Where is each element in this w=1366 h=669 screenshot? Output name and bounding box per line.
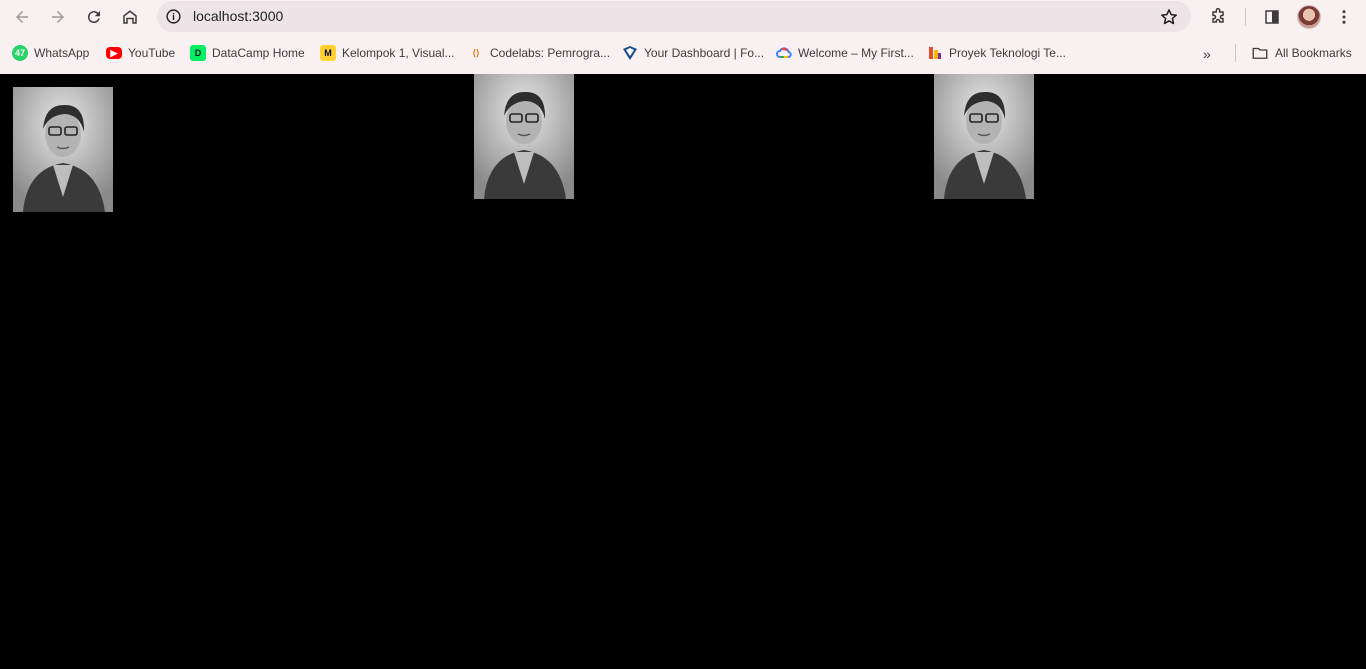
browser-toolbar: localhost:3000	[0, 0, 1366, 33]
arrow-right-icon	[52, 11, 64, 23]
bookmark-codelabs[interactable]: ⟨⟩ Codelabs: Pemrogra...	[468, 44, 610, 62]
portrait-image	[474, 74, 574, 199]
bookmark-label: Codelabs: Pemrogra...	[490, 46, 611, 60]
kebab-menu-icon	[1342, 10, 1346, 24]
puzzle-icon	[1212, 7, 1224, 23]
home-icon	[123, 10, 137, 24]
reload-icon	[87, 11, 100, 24]
whatsapp-icon: 47	[12, 45, 28, 61]
all-bookmarks-button[interactable]: All Bookmarks	[1251, 44, 1352, 62]
toolbar-divider	[1245, 8, 1246, 26]
extensions-button[interactable]	[1205, 4, 1231, 30]
bookmark-label: YouTube	[128, 46, 176, 60]
bookmark-whatsapp[interactable]: 47 WhatsApp	[12, 44, 89, 62]
bookmark-datacamp[interactable]: D DataCamp Home	[190, 44, 305, 62]
back-button[interactable]	[9, 4, 35, 30]
bookmark-kelompok[interactable]: M Kelompok 1, Visual...	[320, 44, 455, 62]
double-chevron-right-icon: »	[1203, 46, 1211, 62]
arrow-left-icon	[16, 11, 28, 23]
all-bookmarks-label: All Bookmarks	[1275, 46, 1352, 60]
browser-chrome: localhost:3000 47 WhatsApp ▶ YouTube D D…	[0, 0, 1366, 74]
page-content	[0, 74, 1366, 669]
info-icon[interactable]	[165, 8, 182, 25]
datacamp-icon: D	[190, 45, 206, 61]
url-text[interactable]: localhost:3000	[193, 8, 283, 25]
miro-icon: M	[320, 45, 336, 61]
bookmarks-bar: 47 WhatsApp ▶ YouTube D DataCamp Home M …	[0, 36, 1366, 70]
menu-button[interactable]	[1331, 4, 1357, 30]
bookmark-label: Kelompok 1, Visual...	[342, 46, 455, 60]
dashboard-icon	[622, 45, 638, 61]
codelabs-icon: ⟨⟩	[472, 47, 480, 58]
portrait-image	[13, 87, 113, 212]
side-panel-button[interactable]	[1259, 4, 1285, 30]
bookmarks-divider	[1235, 44, 1236, 62]
address-bar[interactable]: localhost:3000	[157, 1, 1191, 32]
google-cloud-icon	[776, 45, 792, 61]
portrait-image	[934, 74, 1034, 199]
bookmark-youtube[interactable]: ▶ YouTube	[106, 44, 175, 62]
youtube-icon: ▶	[106, 47, 122, 59]
bookmark-label: Proyek Teknologi Te...	[949, 46, 1066, 60]
bookmark-welcome[interactable]: Welcome – My First...	[776, 44, 914, 62]
more-bookmarks-button[interactable]: »	[1203, 46, 1211, 62]
bookmark-proyek[interactable]: Proyek Teknologi Te...	[927, 44, 1066, 62]
bookmark-label: Welcome – My First...	[798, 46, 914, 60]
forward-button[interactable]	[45, 4, 71, 30]
reload-button[interactable]	[81, 4, 107, 30]
bookmark-label: Your Dashboard | Fo...	[644, 46, 765, 60]
bookmark-label: DataCamp Home	[212, 46, 305, 60]
bookmark-dashboard[interactable]: Your Dashboard | Fo...	[622, 44, 764, 62]
portrait-photo	[474, 74, 574, 199]
profile-avatar[interactable]	[1297, 5, 1321, 29]
side-panel-icon	[1265, 10, 1279, 24]
jira-icon	[927, 45, 943, 61]
portrait-photo	[13, 87, 113, 212]
portrait-photo	[934, 74, 1034, 199]
star-icon[interactable]	[1159, 7, 1179, 27]
folder-icon	[1252, 47, 1268, 59]
home-button[interactable]	[117, 4, 143, 30]
bookmark-label: WhatsApp	[34, 46, 90, 60]
